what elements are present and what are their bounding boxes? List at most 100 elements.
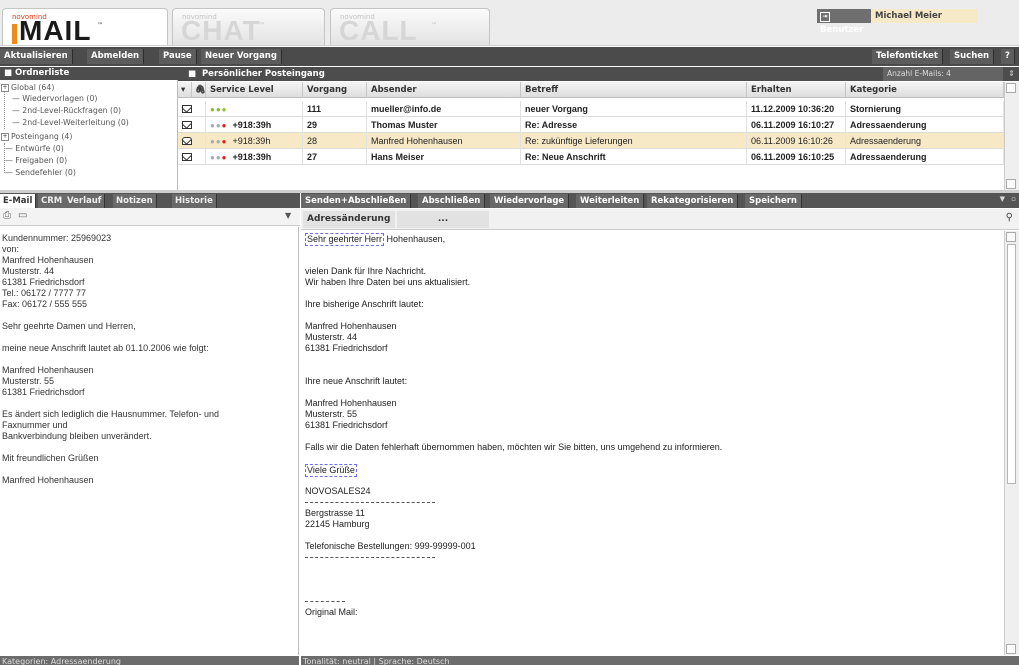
- help-button[interactable]: ?: [1001, 49, 1015, 64]
- tab-verlauf[interactable]: Verlauf: [64, 194, 106, 208]
- divider-line: [305, 557, 435, 559]
- logout-button[interactable]: Abmelden: [87, 49, 145, 64]
- kategorie-cell: Adressaenderung: [846, 133, 1004, 149]
- scroll-down-icon[interactable]: [1006, 644, 1016, 654]
- col-betreff[interactable]: Betreff: [521, 82, 747, 98]
- reply-scrollbar[interactable]: [1004, 231, 1019, 655]
- scroll-up-icon[interactable]: [1006, 232, 1016, 242]
- mail-row[interactable]: ●●● +918:39h 29 Thomas Muster Re: Adress…: [178, 117, 1004, 133]
- col-service-level[interactable]: Service Level: [206, 82, 303, 98]
- reply-line: Falls wir die Daten fehlerhaft übernomme…: [305, 442, 723, 452]
- reply-line: Ihre neue Anschrift lautet:: [305, 376, 408, 386]
- envelope-icon: [178, 149, 206, 165]
- maximize-icon[interactable]: ▫: [1011, 195, 1016, 203]
- detail-tabs: E-Mail CRM Verlauf Notizen Historie: [0, 193, 300, 208]
- scroll-down-icon[interactable]: [1006, 179, 1016, 189]
- mail-row-selected[interactable]: ●●● +918:39h 28 Manfred Hohenhausen Re: …: [178, 133, 1004, 149]
- right-status-bar: Tonalität: neutral | Sprache: Deutsch: [301, 656, 1019, 665]
- folder-list-header: ■ Ordnerliste: [0, 67, 178, 80]
- erhalten-cell: 06.11.2009 16:10:27: [747, 117, 846, 133]
- reply-line: Ihre bisherige Anschrift lautet:: [305, 299, 424, 309]
- pause-button[interactable]: Pause: [159, 49, 197, 64]
- square-bullet-icon: ■: [4, 68, 15, 78]
- save-button[interactable]: Speichern: [745, 194, 802, 208]
- col-erhalten[interactable]: Erhalten: [747, 82, 846, 98]
- tab-notizen[interactable]: Notizen: [113, 194, 157, 208]
- refresh-button[interactable]: Aktualisieren: [0, 49, 73, 64]
- app-tab-mail[interactable]: novomind MAIL ™: [2, 8, 168, 45]
- folder-freigaben[interactable]: — Freigaben (0): [5, 156, 67, 165]
- erhalten-cell: 11.12.2009 10:36:20: [747, 101, 846, 117]
- forward-button[interactable]: Weiterleiten: [576, 194, 645, 208]
- greeting-placeholder[interactable]: Sehr geehrter Herr: [305, 233, 385, 246]
- folder-posteingang[interactable]: + Posteingang (4): [1, 132, 72, 141]
- folder-2nd-level-weiterleitung[interactable]: — 2nd-Level-Weiterleitung (0): [12, 118, 129, 127]
- divider-line: [305, 601, 345, 603]
- scroll-up-icon[interactable]: [1006, 83, 1016, 93]
- user-button[interactable]: ⇥ Benutzer: [817, 9, 871, 35]
- send-and-close-button[interactable]: Senden+Abschließen: [301, 194, 412, 208]
- dropdown-icon[interactable]: ▼: [1000, 195, 1005, 203]
- vorgang-cell: 28: [303, 133, 367, 149]
- reply-line: 61381 Friedrichsdorf: [305, 420, 388, 430]
- folder-sendefehler[interactable]: — Sendefehler (0): [5, 168, 76, 177]
- folder-global[interactable]: + Global (64): [1, 83, 54, 92]
- spellcheck-icon[interactable]: ⚲: [1006, 212, 1013, 223]
- subject-field[interactable]: Adressänderung: [303, 211, 395, 228]
- detail-icon-bar: ⎙ ▭ ▼: [0, 208, 300, 226]
- window-icon[interactable]: ▭: [18, 210, 27, 221]
- folder-wiedervorlagen[interactable]: — Wiedervorlagen (0): [12, 94, 97, 103]
- service-level: ●●● +918:39h: [206, 117, 303, 133]
- envelope-icon: [178, 117, 206, 133]
- reply-line: 61381 Friedrichsdorf: [305, 343, 388, 353]
- reply-editor[interactable]: Sehr geehrter Herr Hohenhausen, vielen D…: [301, 231, 1004, 655]
- phone-ticket-button[interactable]: Telefonticket: [872, 49, 943, 64]
- reply-line: Manfred Hohenhausen: [305, 321, 397, 331]
- email-line: meine neue Anschrift lautet ab 01.10.200…: [2, 343, 209, 353]
- tab-email[interactable]: E-Mail: [0, 194, 37, 208]
- reply-line: Musterstr. 44: [305, 332, 358, 342]
- vorgang-cell: 29: [303, 117, 367, 133]
- sort-icon[interactable]: ▾: [178, 82, 192, 98]
- subject-more-button[interactable]: ...: [397, 211, 489, 228]
- mail-list-scrollbar[interactable]: [1004, 82, 1019, 190]
- tab-crm[interactable]: CRM: [38, 194, 67, 208]
- reply-line: Telefonische Bestellungen: 999-99999-001: [305, 541, 476, 551]
- col-absender[interactable]: Absender: [367, 82, 521, 98]
- recategorize-button[interactable]: Rekategorisieren: [647, 194, 739, 208]
- service-level: ●●● +918:39h: [206, 133, 303, 149]
- tab-historie[interactable]: Historie: [172, 194, 217, 208]
- collapse-icon[interactable]: ⇕: [1008, 67, 1015, 81]
- app-tab-call[interactable]: novomind CALL ™: [330, 8, 490, 45]
- absender-cell: Hans Meiser: [367, 149, 521, 165]
- left-status-bar: Kategorien: Adressaenderung: [0, 656, 299, 665]
- folder-label: Entwürfe (0): [15, 144, 64, 153]
- scroll-thumb[interactable]: [1007, 244, 1016, 484]
- mail-row[interactable]: ●●● +918:39h 27 Hans Meiser Re: Neue Ans…: [178, 149, 1004, 165]
- betreff-cell: Re: Adresse: [521, 117, 747, 133]
- email-body: Kundennummer: 25969023 von: Manfred Hohe…: [0, 227, 299, 655]
- attachment-icon[interactable]: 🖇: [192, 82, 206, 98]
- dropdown-icon[interactable]: ▼: [285, 211, 291, 220]
- closing-placeholder[interactable]: Viele Grüße: [305, 464, 357, 477]
- new-case-button[interactable]: Neuer Vorgang: [201, 49, 282, 64]
- inbox-header: ■ Persönlicher Posteingang Anzahl E-Mail…: [178, 67, 1019, 81]
- mail-row[interactable]: ●●● 111 mueller@info.de neuer Vorgang 11…: [178, 101, 1004, 117]
- print-icon[interactable]: ⎙: [3, 210, 11, 221]
- kategorie-cell: Stornierung: [846, 101, 1004, 117]
- email-line: von:: [2, 244, 20, 254]
- col-vorgang[interactable]: Vorgang: [303, 82, 367, 98]
- resubmit-button[interactable]: Wiedervorlage: [490, 194, 570, 208]
- expand-icon[interactable]: +: [1, 133, 9, 141]
- search-button[interactable]: Suchen: [950, 49, 995, 64]
- reply-line: Original Mail:: [305, 607, 358, 617]
- col-kategorie[interactable]: Kategorie: [846, 82, 1004, 98]
- square-bullet-icon: ■: [188, 69, 202, 79]
- app-tab-chat[interactable]: novomind CHAT ™: [172, 8, 325, 45]
- user-name: Michael Meier: [871, 9, 977, 23]
- service-level: ●●●: [206, 101, 303, 117]
- folder-entwuerfe[interactable]: — Entwürfe (0): [5, 144, 64, 153]
- close-case-button[interactable]: Abschließen: [418, 194, 486, 208]
- folder-2nd-level-rueckfragen[interactable]: — 2nd-Level-Rückfragen (0): [12, 106, 121, 115]
- expand-icon[interactable]: +: [1, 84, 9, 92]
